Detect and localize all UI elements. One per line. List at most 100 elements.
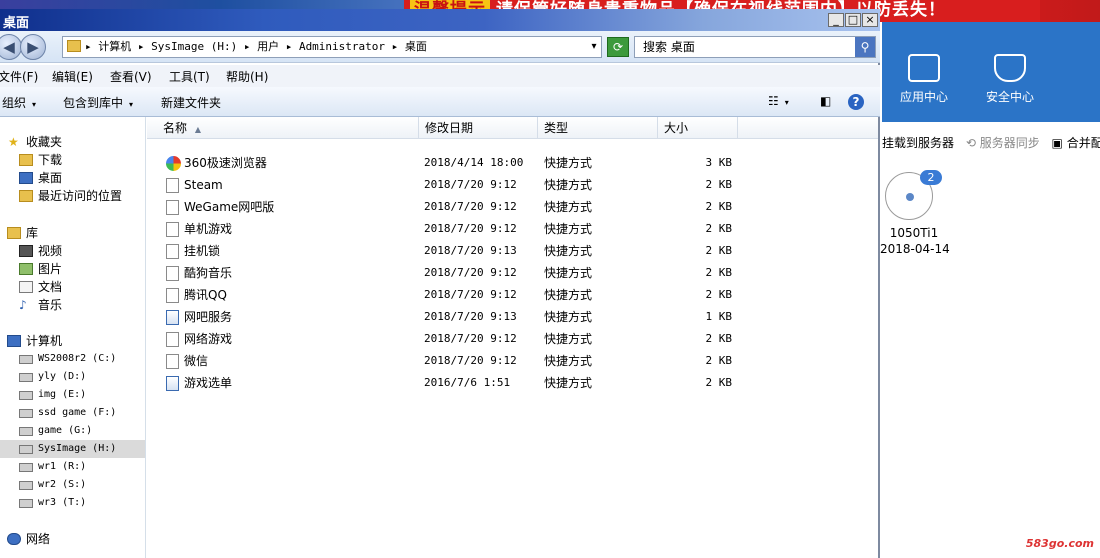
organize-button[interactable]: 组织 ▾ bbox=[2, 94, 36, 111]
minimize-button[interactable]: _ bbox=[828, 13, 844, 27]
help-icon[interactable]: ? bbox=[848, 94, 864, 110]
drive-icon bbox=[19, 409, 33, 418]
nav-drive-h[interactable]: SysImage (H:) bbox=[0, 440, 145, 458]
nav-label: wr1 (R:) bbox=[38, 461, 87, 472]
nav-label: 收藏夹 bbox=[26, 135, 63, 149]
menu-view[interactable]: 查看(V) bbox=[110, 68, 152, 85]
window-title: 桌面 bbox=[3, 16, 30, 31]
file-size: 2 KB bbox=[705, 200, 733, 213]
forward-button[interactable]: ▶ bbox=[20, 34, 46, 60]
shield-icon bbox=[994, 54, 1026, 82]
file-row[interactable]: 游戏选单 2016/7/6 1:51 快捷方式 2 KB bbox=[147, 372, 878, 394]
file-name: 单机游戏 bbox=[184, 222, 233, 236]
nav-documents[interactable]: 文档 bbox=[0, 278, 145, 296]
search-icon[interactable]: ⚲ bbox=[855, 37, 875, 57]
shortcut-file-icon bbox=[166, 200, 179, 215]
close-button[interactable]: × bbox=[862, 13, 878, 27]
nav-music[interactable]: ♪ 音乐 bbox=[0, 296, 145, 314]
address-row: ◀ ▶ ▸ 计算机 ▸ SysImage (H:) ▸ 用户 ▸ Adminis… bbox=[0, 31, 880, 63]
nav-label: ssd game (F:) bbox=[38, 407, 117, 418]
disk-label: 1050Ti1 bbox=[889, 226, 939, 240]
shortcut-file-icon bbox=[166, 222, 179, 237]
nav-videos[interactable]: 视频 bbox=[0, 242, 145, 260]
nav-drive-s[interactable]: wr2 (S:) bbox=[0, 476, 145, 494]
computer-icon bbox=[7, 335, 21, 347]
picture-icon bbox=[19, 263, 33, 275]
nav-libraries[interactable]: 库 bbox=[0, 224, 145, 242]
shortcut-file-icon bbox=[166, 354, 179, 369]
column-size[interactable]: 大小 bbox=[658, 117, 738, 139]
nav-recent-places[interactable]: 最近访问的位置 bbox=[0, 187, 145, 205]
address-bar[interactable]: ▸ 计算机 ▸ SysImage (H:) ▸ 用户 ▸ Administrat… bbox=[62, 36, 602, 58]
drive-icon bbox=[19, 445, 33, 454]
nav-desktop[interactable]: 桌面 bbox=[0, 169, 145, 187]
file-row[interactable]: 单机游戏 2018/7/20 9:12 快捷方式 2 KB bbox=[147, 218, 878, 240]
desktop-icon bbox=[19, 172, 33, 184]
nav-drive-c[interactable]: WS2008r2 (C:) bbox=[0, 350, 145, 368]
file-date: 2018/7/20 9:13 bbox=[424, 244, 517, 257]
file-row[interactable]: 网吧服务 2018/7/20 9:13 快捷方式 1 KB bbox=[147, 306, 878, 328]
video-icon bbox=[19, 245, 33, 257]
nav-label: 音乐 bbox=[38, 298, 63, 312]
file-type: 快捷方式 bbox=[544, 354, 593, 368]
column-date[interactable]: 修改日期 bbox=[419, 117, 538, 139]
file-row[interactable]: 360极速浏览器 2018/4/14 18:00 快捷方式 3 KB bbox=[147, 152, 878, 174]
new-folder-button[interactable]: 新建文件夹 bbox=[161, 94, 221, 111]
nav-downloads[interactable]: 下载 bbox=[0, 151, 145, 169]
address-dropdown-button[interactable]: ▾ bbox=[586, 36, 602, 58]
title-bar[interactable]: 桌面 _ □ × bbox=[0, 9, 880, 31]
nav-computer[interactable]: 计算机 bbox=[0, 332, 145, 350]
menu-help[interactable]: 帮助(H) bbox=[226, 68, 268, 85]
nav-pictures[interactable]: 图片 bbox=[0, 260, 145, 278]
merge-config-button[interactable]: ▣ 合并配置 bbox=[1052, 136, 1100, 150]
file-row[interactable]: 网络游戏 2018/7/20 9:12 快捷方式 2 KB bbox=[147, 328, 878, 350]
file-row[interactable]: 微信 2018/7/20 9:12 快捷方式 2 KB bbox=[147, 350, 878, 372]
file-date: 2018/7/20 9:12 bbox=[424, 200, 517, 213]
document-icon bbox=[19, 281, 33, 293]
include-in-library-button[interactable]: 包含到库中 ▾ bbox=[63, 94, 133, 111]
nav-label: 库 bbox=[26, 226, 39, 240]
file-size: 2 KB bbox=[705, 266, 733, 279]
security-center-button[interactable]: 安全中心 bbox=[980, 54, 1040, 105]
nav-label: wr2 (S:) bbox=[38, 479, 87, 490]
server-sync-button[interactable]: ⟲ 服务器同步 bbox=[966, 136, 1040, 150]
file-name: 网络游戏 bbox=[184, 332, 233, 346]
organize-label: 组织 bbox=[2, 96, 27, 110]
nav-drive-d[interactable]: yly (D:) bbox=[0, 368, 145, 386]
menu-edit[interactable]: 编辑(E) bbox=[52, 68, 93, 85]
mount-to-server-button[interactable]: 挂载到服务器 bbox=[882, 136, 954, 150]
app-center-button[interactable]: 应用中心 bbox=[894, 54, 954, 105]
column-type[interactable]: 类型 bbox=[538, 117, 658, 139]
nav-drive-g[interactable]: game (G:) bbox=[0, 422, 145, 440]
file-row[interactable]: Steam 2018/7/20 9:12 快捷方式 2 KB bbox=[147, 174, 878, 196]
refresh-button[interactable]: ⟳ bbox=[607, 37, 629, 57]
file-row[interactable]: WeGame网吧版 2018/7/20 9:12 快捷方式 2 KB bbox=[147, 196, 878, 218]
nav-favorites[interactable]: ★ 收藏夹 bbox=[0, 133, 145, 151]
file-date: 2018/7/20 9:13 bbox=[424, 310, 517, 323]
action-bar: 挂载到服务器 ⟲ 服务器同步 ▣ 合并配置 bbox=[882, 130, 1100, 158]
view-options-button[interactable]: ☷ ▾ bbox=[768, 94, 789, 108]
nav-network[interactable]: 网络 bbox=[0, 530, 145, 548]
file-date: 2018/7/20 9:12 bbox=[424, 332, 517, 345]
shortcut-file-icon bbox=[166, 266, 179, 281]
menu-tools[interactable]: 工具(T) bbox=[169, 68, 210, 85]
file-size: 2 KB bbox=[705, 244, 733, 257]
file-name: 腾讯QQ bbox=[184, 288, 227, 302]
file-row[interactable]: 挂机锁 2018/7/20 9:13 快捷方式 2 KB bbox=[147, 240, 878, 262]
nav-drive-f[interactable]: ssd game (F:) bbox=[0, 404, 145, 422]
menu-file[interactable]: 文件(F) bbox=[0, 68, 38, 85]
search-input[interactable]: 搜索 桌面 ⚲ bbox=[634, 36, 876, 58]
file-row[interactable]: 酷狗音乐 2018/7/20 9:12 快捷方式 2 KB bbox=[147, 262, 878, 284]
back-button[interactable]: ◀ bbox=[0, 34, 22, 60]
nav-drive-t[interactable]: wr3 (T:) bbox=[0, 494, 145, 512]
nav-drive-r[interactable]: wr1 (R:) bbox=[0, 458, 145, 476]
shortcut-file-icon bbox=[166, 244, 179, 259]
preview-pane-button[interactable]: ◧ bbox=[820, 94, 831, 108]
file-row[interactable]: 腾讯QQ 2018/7/20 9:12 快捷方式 2 KB bbox=[147, 284, 878, 306]
menu-bar: 文件(F) 编辑(E) 查看(V) 工具(T) 帮助(H) bbox=[0, 65, 880, 87]
watermark: 583go.com bbox=[1025, 537, 1094, 550]
column-name[interactable]: 名称 ▲ bbox=[157, 117, 419, 139]
maximize-button[interactable]: □ bbox=[845, 13, 861, 27]
nav-drive-e[interactable]: img (E:) bbox=[0, 386, 145, 404]
nav-label: img (E:) bbox=[38, 389, 87, 400]
